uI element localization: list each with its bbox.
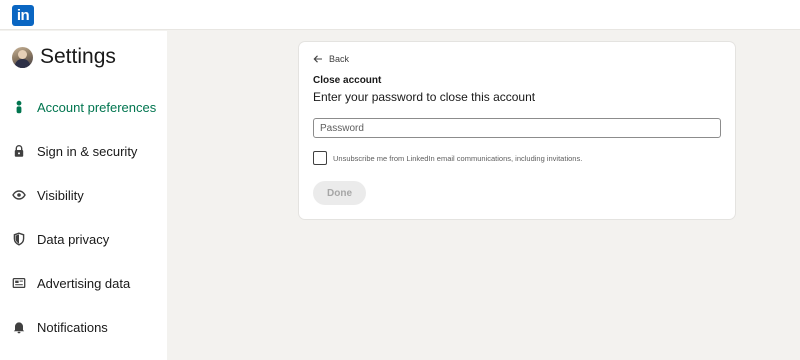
settings-header: Settings — [12, 45, 116, 69]
sidebar-item-label: Account preferences — [37, 99, 157, 115]
linkedin-logo[interactable]: in — [12, 5, 34, 26]
sidebar-item-label: Notifications — [37, 319, 108, 335]
unsubscribe-label[interactable]: Unsubscribe me from LinkedIn email commu… — [333, 154, 582, 163]
password-input[interactable] — [313, 118, 721, 138]
back-label: Back — [329, 54, 350, 64]
eye-icon — [12, 188, 26, 202]
newspaper-icon — [12, 276, 26, 290]
lock-icon — [12, 144, 26, 158]
top-bar: in — [0, 0, 800, 30]
sidebar-item-visibility[interactable]: Visibility — [12, 185, 84, 205]
back-button[interactable]: Back — [313, 54, 349, 64]
settings-sidebar: Settings Account preferences Sign in & s… — [0, 31, 167, 360]
close-account-card: Back Close account Enter your password t… — [299, 42, 735, 219]
sidebar-item-notifications[interactable]: Notifications — [12, 317, 108, 337]
arrow-left-icon — [313, 55, 322, 63]
page-title: Close account — [313, 75, 382, 86]
sidebar-item-sign-in-security[interactable]: Sign in & security — [12, 141, 137, 161]
settings-title: Settings — [40, 45, 116, 68]
person-icon — [12, 100, 26, 114]
unsubscribe-checkbox[interactable] — [313, 151, 327, 165]
sidebar-item-account-preferences[interactable]: Account preferences — [12, 97, 156, 117]
unsubscribe-option: Unsubscribe me from LinkedIn email commu… — [313, 151, 582, 165]
sidebar-item-label: Advertising data — [37, 275, 131, 291]
page-subtitle: Enter your password to close this accoun… — [313, 90, 536, 104]
sidebar-item-label: Visibility — [37, 187, 84, 203]
done-button[interactable]: Done — [313, 181, 366, 205]
sidebar-item-advertising-data[interactable]: Advertising data — [12, 273, 130, 293]
sidebar-item-data-privacy[interactable]: Data privacy — [12, 229, 109, 249]
sidebar-item-label: Sign in & security — [37, 143, 138, 159]
avatar[interactable] — [12, 46, 33, 68]
sidebar-item-label: Data privacy — [37, 231, 110, 247]
shield-icon — [12, 232, 26, 246]
bell-icon — [12, 320, 26, 334]
